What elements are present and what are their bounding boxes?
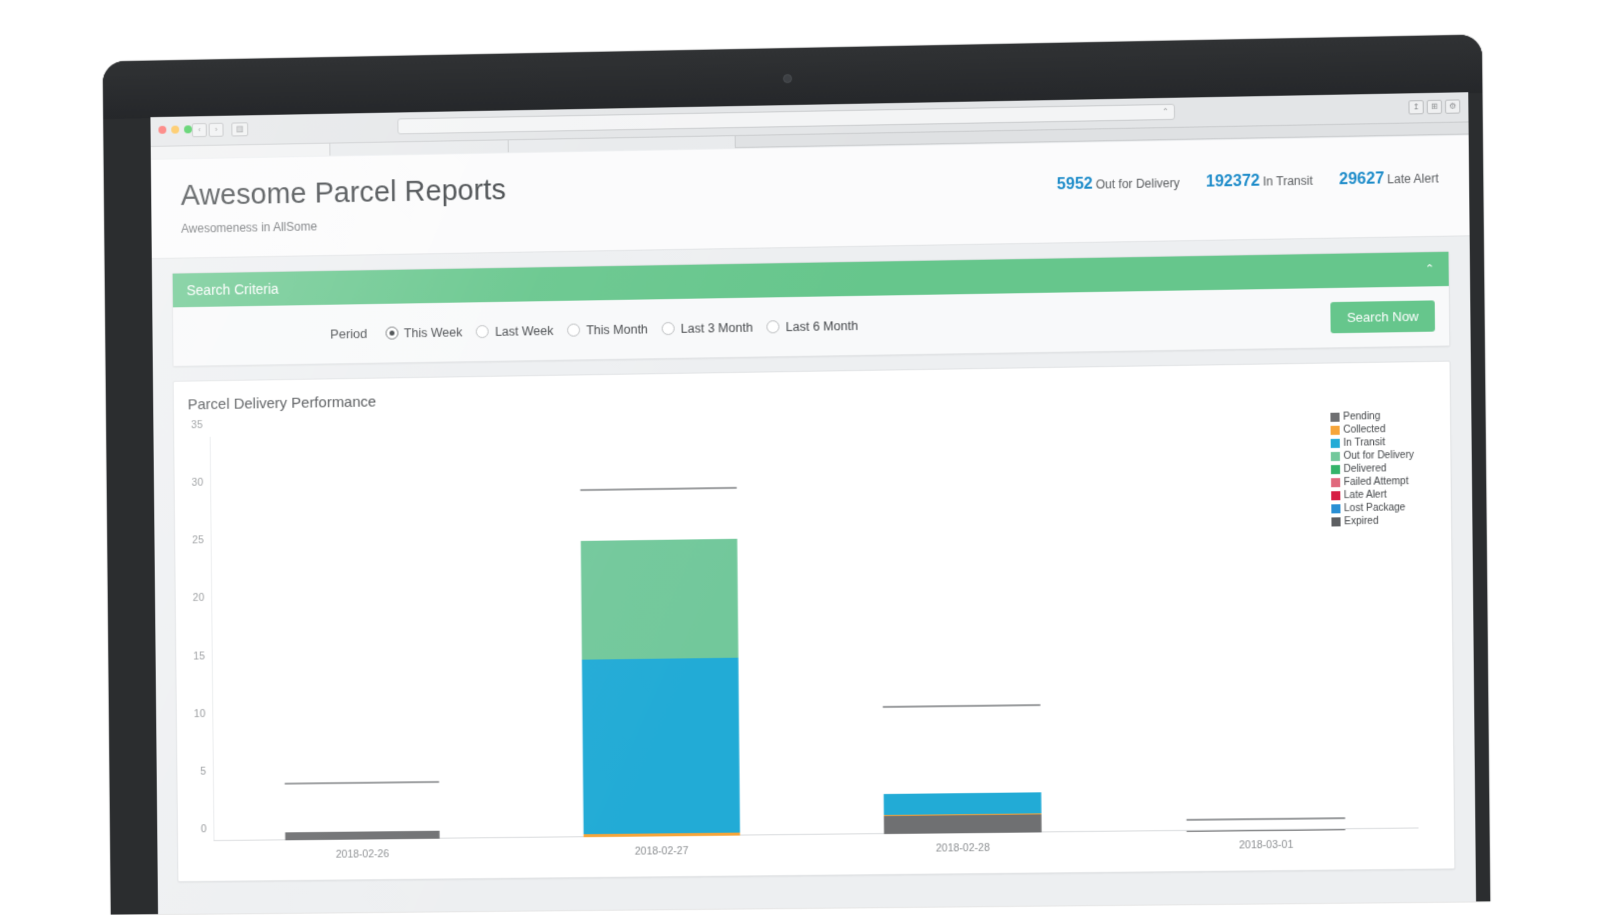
stat-label: Late Alert (1387, 171, 1439, 186)
radio-label: This Week (404, 325, 462, 340)
bar-segment[interactable] (583, 833, 739, 838)
reload-icon[interactable]: ⌃ (1162, 107, 1169, 116)
radio-label: Last Week (495, 323, 554, 338)
back-icon[interactable]: ‹ (192, 123, 207, 137)
y-axis-tick: 0 (201, 823, 207, 835)
y-axis-tick: 25 (192, 535, 204, 547)
chevron-up-icon[interactable]: ⌃ (1425, 264, 1434, 275)
stat-in-transit: 192372In Transit (1206, 172, 1313, 192)
period-radio-this-week[interactable]: This Week (385, 325, 462, 340)
page-title: Awesome Parcel Reports (181, 175, 507, 213)
period-radio-group[interactable]: This Week Last Week This Month Last 3 Month… (385, 318, 872, 340)
radio-circle-icon[interactable] (385, 327, 398, 340)
y-axis-tick: 15 (193, 650, 205, 662)
y-axis-tick: 10 (194, 708, 206, 720)
bar-stack[interactable] (1187, 818, 1345, 831)
period-radio-last-6-month[interactable]: Last 6 Month (767, 318, 858, 333)
radio-circle-icon[interactable] (662, 322, 675, 335)
header-titles: Awesome Parcel Reports Awesomeness in Al… (181, 175, 507, 235)
period-radio-last-week[interactable]: Last Week (476, 323, 553, 338)
y-axis-tick: 35 (191, 419, 203, 431)
stat-value: 192372 (1206, 173, 1260, 191)
x-axis-tick: 2018-02-26 (336, 848, 389, 860)
bar-segment[interactable] (285, 831, 440, 841)
radio-label: Last 6 Month (786, 318, 858, 333)
bar-segment[interactable] (884, 793, 1041, 816)
y-axis-tick: 5 (200, 766, 206, 778)
radio-circle-icon[interactable] (476, 325, 489, 338)
laptop-screen: ‹ › ▥ ⌃ ↥ ⊞ ⚙ Awesome Parcel Reports Awe… (150, 92, 1476, 914)
x-axis-tick: 2018-03-01 (1239, 839, 1293, 852)
share-icon[interactable]: ↥ (1408, 100, 1423, 114)
minimize-window-icon[interactable] (171, 126, 179, 134)
period-label: Period (330, 326, 367, 342)
bar-stack[interactable] (284, 781, 440, 841)
stat-value: 5952 (1057, 176, 1093, 194)
stat-out-for-delivery: 5952Out for Delivery (1057, 174, 1180, 194)
laptop-mockup: ‹ › ▥ ⌃ ↥ ⊞ ⚙ Awesome Parcel Reports Awe… (103, 34, 1491, 914)
bar-group: 2018-02-28 (808, 423, 1114, 835)
period-radio-last-3-month[interactable]: Last 3 Month (662, 320, 753, 335)
page-subtitle: Awesomeness in AllSome (181, 216, 506, 236)
radio-label: This Month (586, 322, 648, 337)
menu-icon[interactable]: ⚙ (1445, 99, 1460, 113)
forward-icon[interactable]: › (209, 123, 224, 137)
search-criteria-panel: Search Criteria ⌃ Period This Week Last W… (172, 251, 1451, 367)
browser-toolbar-right[interactable]: ↥ ⊞ ⚙ (1408, 99, 1460, 114)
x-axis-tick: 2018-02-28 (936, 842, 990, 855)
bar-segment[interactable] (582, 657, 740, 834)
header-stats: 5952Out for Delivery 192372In Transit 29… (1057, 158, 1439, 194)
period-radio-this-month[interactable]: This Month (567, 322, 648, 337)
webcam-icon (783, 74, 792, 83)
bar-stack[interactable] (883, 704, 1041, 834)
bar-group: 2018-02-27 (508, 428, 812, 838)
bar-stack[interactable] (580, 487, 739, 837)
search-now-button[interactable]: Search Now (1331, 300, 1435, 333)
sidebar-toggle-icon[interactable]: ▥ (231, 122, 248, 136)
period-filter-row: Period This Week Last Week This Month Last … (187, 318, 872, 344)
search-criteria-title: Search Criteria (187, 281, 279, 298)
new-tab-icon[interactable]: ⊞ (1427, 100, 1442, 114)
radio-circle-icon[interactable] (767, 320, 780, 333)
stat-value: 29627 (1339, 170, 1384, 188)
bar-segment[interactable] (581, 539, 738, 660)
close-window-icon[interactable] (158, 126, 166, 134)
maximize-window-icon[interactable] (184, 125, 192, 133)
x-axis-tick: 2018-02-27 (635, 845, 689, 858)
navigation-buttons[interactable]: ‹ › (192, 123, 224, 137)
y-axis-tick: 20 (193, 592, 205, 604)
chart-plot: 051015202530352018-02-262018-02-272018-0… (210, 419, 1419, 842)
radio-label: Last 3 Month (681, 320, 753, 335)
bar-group: 2018-02-26 (210, 432, 512, 841)
bar-segment[interactable] (1187, 829, 1345, 831)
bar-group: 2018-03-01 (1110, 419, 1418, 832)
stat-label: In Transit (1263, 174, 1313, 189)
app-page: Awesome Parcel Reports Awesomeness in Al… (151, 136, 1476, 915)
chart-area: PendingCollectedIn TransitOut for Delive… (174, 402, 1454, 881)
radio-circle-icon[interactable] (567, 324, 580, 337)
bar-segment[interactable] (884, 814, 1041, 834)
window-controls[interactable] (158, 125, 192, 134)
stat-late-alert: 29627Late Alert (1339, 169, 1439, 189)
chart-panel: Parcel Delivery Performance PendingColle… (173, 361, 1456, 883)
stat-label: Out for Delivery (1096, 176, 1180, 192)
y-axis-tick: 30 (192, 477, 204, 489)
